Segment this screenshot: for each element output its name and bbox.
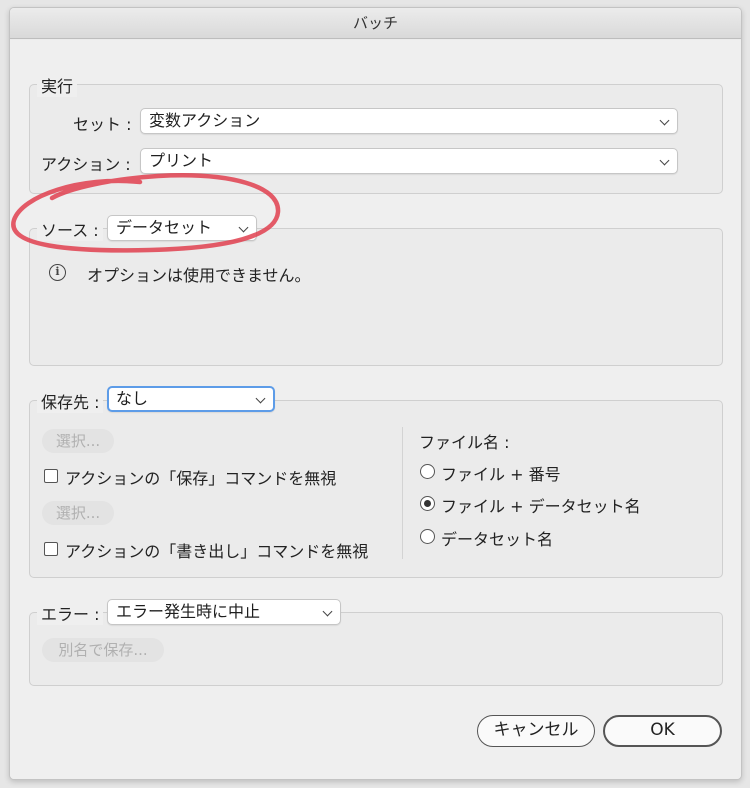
set-select-value: 変数アクション xyxy=(149,111,261,130)
action-label: アクション : xyxy=(41,155,131,174)
errors-label: エラー : xyxy=(37,601,104,625)
chevron-down-icon xyxy=(322,606,333,617)
save-as-button[interactable]: 別名で保存... xyxy=(42,638,164,662)
source-label: ソース : xyxy=(37,217,103,241)
set-label: セット : xyxy=(73,115,132,134)
errors-select-value: エラー発生時に中止 xyxy=(116,602,261,621)
window-title: バッチ xyxy=(10,8,741,39)
chevron-down-icon xyxy=(238,222,249,233)
destination-label: 保存先 : xyxy=(37,389,104,413)
destination-select-value: なし xyxy=(116,389,149,408)
destination-select[interactable]: なし xyxy=(107,386,275,412)
file-name-option-label[interactable]: ファイル + 番号 xyxy=(441,461,561,485)
action-select-value: プリント xyxy=(149,151,214,170)
file-name-option-file-number[interactable] xyxy=(420,464,435,479)
batch-dialog: バッチ 実行 セット : 変数アクション アクション : プリント ソース : … xyxy=(9,7,742,780)
file-name-option-file-dataset[interactable] xyxy=(420,496,435,511)
destination-divider xyxy=(402,427,403,559)
chevron-down-icon xyxy=(659,115,670,126)
choose-button-1[interactable]: 選択... xyxy=(42,429,114,453)
dialog-body: 実行 セット : 変数アクション アクション : プリント ソース : データセ… xyxy=(10,40,741,779)
source-group xyxy=(29,228,723,366)
file-name-option-dataset[interactable] xyxy=(420,529,435,544)
source-select[interactable]: データセット xyxy=(107,215,257,241)
override-save-checkbox[interactable] xyxy=(44,469,58,483)
ok-button[interactable]: OK xyxy=(603,715,722,747)
source-info-text: オプションは使用できません。 xyxy=(87,266,311,285)
play-group xyxy=(29,84,723,194)
override-save-label[interactable]: アクションの「保存」コマンドを無視 xyxy=(65,465,336,489)
source-select-value: データセット xyxy=(116,218,213,237)
file-name-option-label[interactable]: ファイル + データセット名 xyxy=(441,493,641,517)
chevron-down-icon xyxy=(659,155,670,166)
action-select[interactable]: プリント xyxy=(140,148,678,174)
errors-select[interactable]: エラー発生時に中止 xyxy=(107,599,341,625)
info-icon: i xyxy=(49,264,66,281)
file-name-option-label[interactable]: データセット名 xyxy=(441,526,553,550)
set-select[interactable]: 変数アクション xyxy=(140,108,678,134)
chevron-down-icon xyxy=(255,393,266,404)
override-export-checkbox[interactable] xyxy=(44,542,58,556)
choose-button-2[interactable]: 選択... xyxy=(42,501,114,525)
file-name-label: ファイル名 : xyxy=(419,433,510,452)
override-export-label[interactable]: アクションの「書き出し」コマンドを無視 xyxy=(65,538,368,562)
cancel-button[interactable]: キャンセル xyxy=(477,715,595,747)
play-group-title: 実行 xyxy=(37,73,78,97)
